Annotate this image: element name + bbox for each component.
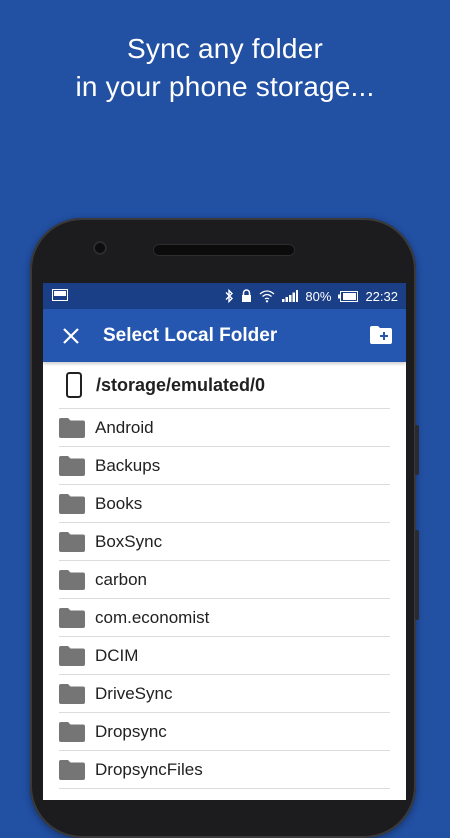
lock-icon	[242, 289, 252, 302]
folder-name: DropsyncFiles	[95, 759, 203, 779]
status-bar: 80% 22:32	[43, 283, 406, 309]
folder-row[interactable]: carbon	[59, 561, 390, 599]
wifi-icon	[259, 290, 275, 303]
current-path-row: /storage/emulated/0	[59, 362, 390, 409]
current-path: /storage/emulated/0	[96, 374, 266, 395]
folder-list: Android Backups Books BoxSync carbon com.econ…	[59, 409, 390, 789]
clock: 22:32	[365, 288, 398, 304]
power-button	[415, 425, 419, 475]
folder-row[interactable]: Backups	[59, 447, 390, 485]
promo-line-1: Sync any folder	[127, 33, 323, 64]
folder-icon	[59, 683, 85, 704]
folder-row[interactable]: DCIM	[59, 637, 390, 675]
earpiece-speaker	[153, 244, 295, 256]
folder-name: Books	[95, 493, 143, 513]
folder-row[interactable]: Android	[59, 409, 390, 447]
folder-name: BoxSync	[95, 531, 163, 551]
folder-row[interactable]: Books	[59, 485, 390, 523]
volume-button	[415, 530, 419, 620]
folder-row[interactable]: BoxSync	[59, 523, 390, 561]
toolbar-title: Select Local Folder	[103, 325, 278, 346]
folder-name: Backups	[95, 455, 161, 475]
smartphone-icon	[66, 372, 82, 398]
folder-row[interactable]: Dropsync	[59, 713, 390, 751]
promo-line-2: in your phone storage...	[75, 71, 375, 102]
folder-icon	[59, 531, 85, 552]
promo-headline: Sync any folder in your phone storage...	[0, 30, 450, 106]
battery-percent: 80%	[305, 288, 332, 304]
folder-name: com.economist	[95, 607, 210, 627]
battery-icon	[338, 290, 359, 302]
folder-row[interactable]: DriveSync	[59, 675, 390, 713]
folder-icon	[59, 759, 85, 780]
folder-name: Android	[95, 417, 154, 437]
folder-icon	[59, 455, 85, 476]
folder-icon	[59, 607, 85, 628]
folder-name: Dropsync	[95, 721, 167, 741]
notification-icon	[52, 289, 68, 301]
folder-name: DriveSync	[95, 683, 173, 703]
folder-icon	[59, 493, 85, 514]
folder-name: DCIM	[95, 645, 139, 665]
front-camera	[93, 241, 107, 255]
bluetooth-icon	[225, 289, 234, 303]
folder-icon	[59, 645, 85, 666]
signal-icon	[282, 290, 299, 302]
folder-row[interactable]: com.economist	[59, 599, 390, 637]
folder-icon	[59, 417, 85, 438]
folder-icon	[59, 721, 85, 742]
app-toolbar: Select Local Folder	[43, 309, 406, 362]
create-new-folder-icon[interactable]	[370, 326, 392, 344]
close-icon[interactable]	[61, 326, 81, 346]
folder-icon	[59, 569, 85, 590]
phone-screen: 80% 22:32 Select Local Folder /storage/e…	[43, 283, 406, 800]
folder-name: carbon	[95, 569, 147, 589]
folder-row[interactable]: DropsyncFiles	[59, 751, 390, 789]
